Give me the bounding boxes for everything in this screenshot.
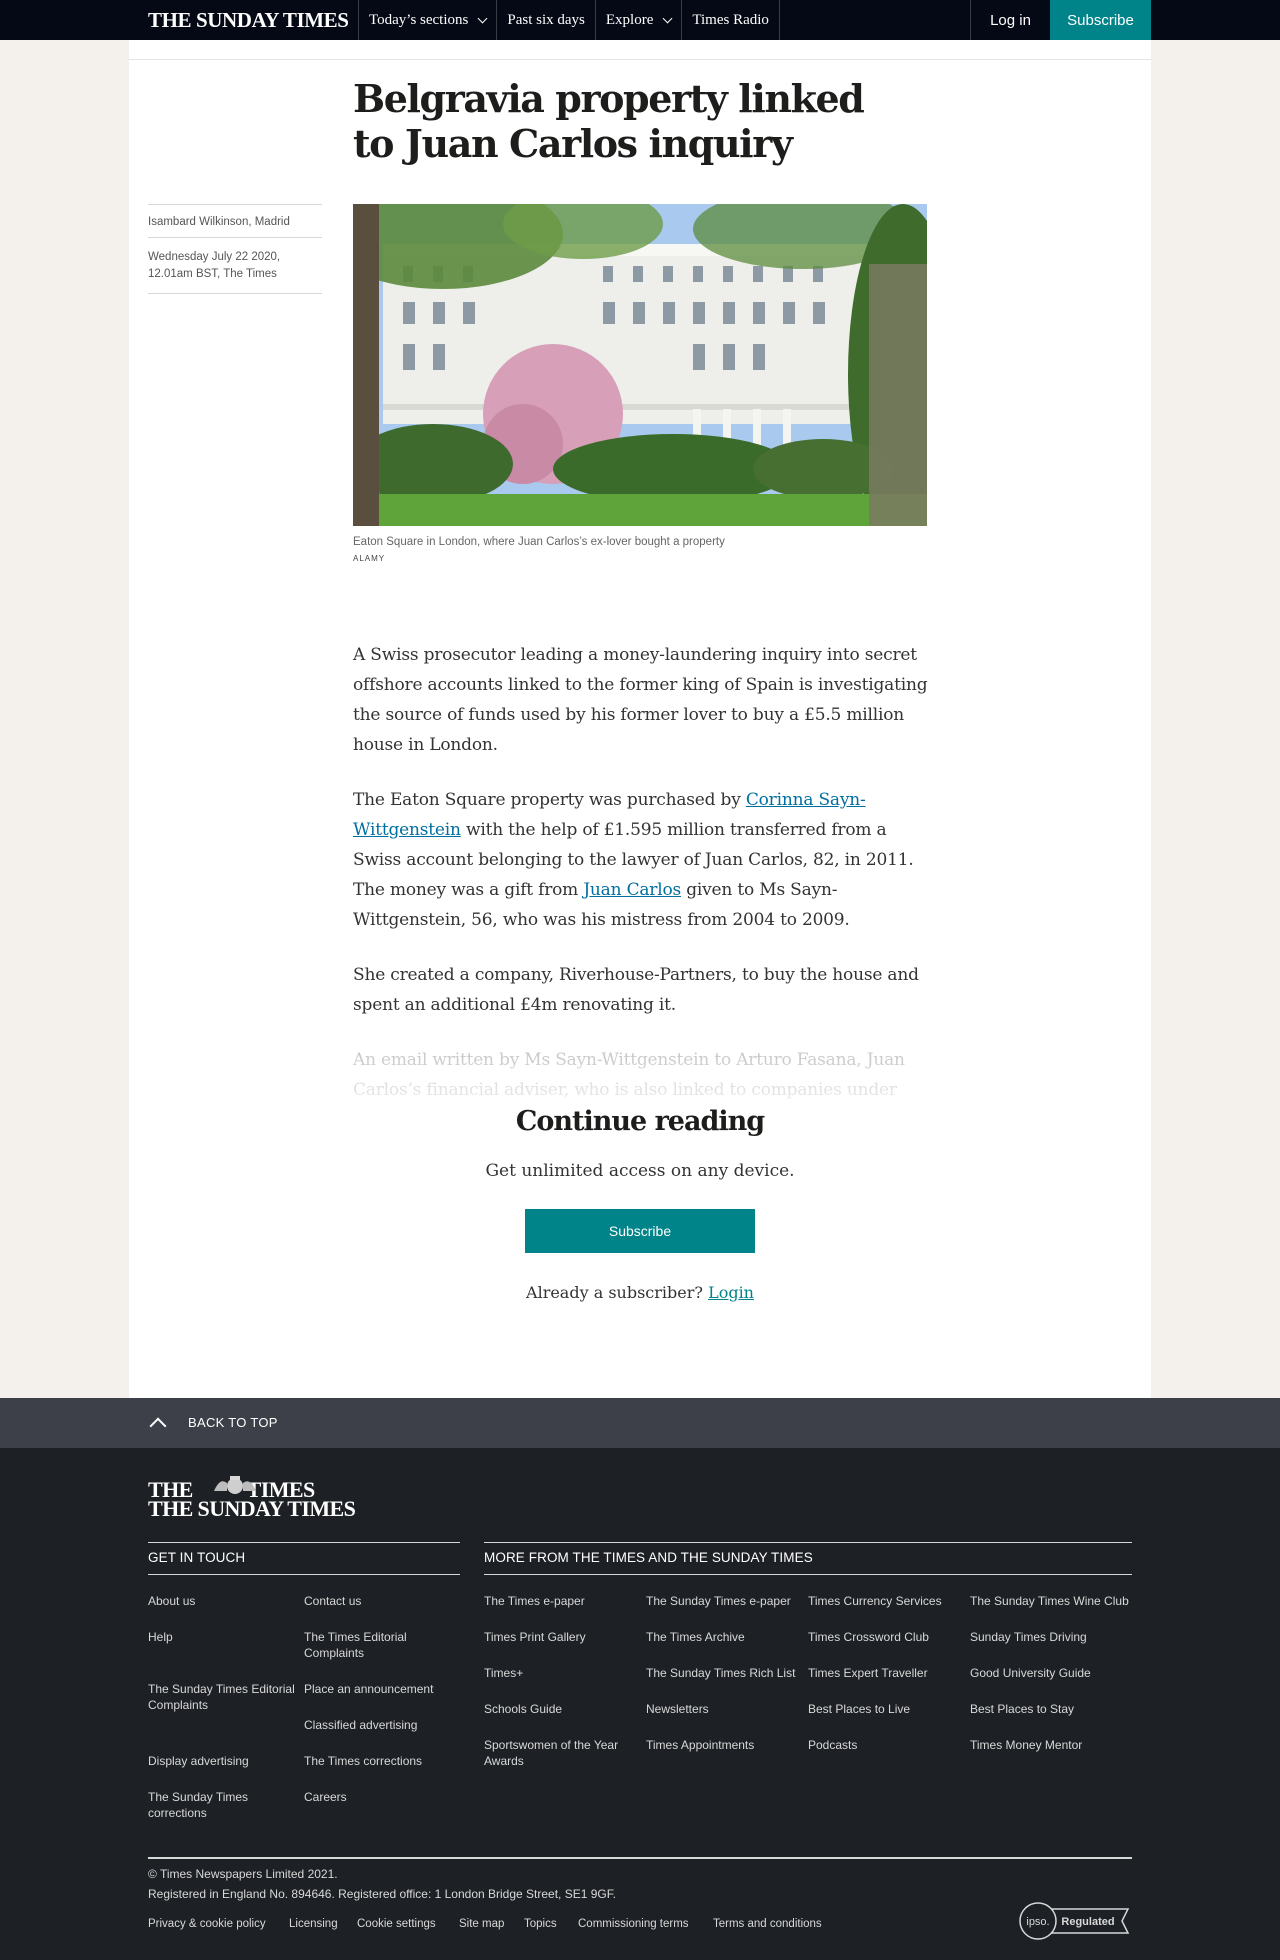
login-button[interactable]: Log in bbox=[970, 0, 1050, 40]
footer-link-times-editorial-complaints[interactable]: The Times Editorial Complaints bbox=[304, 1629, 424, 1661]
ipso-regulated-badge[interactable]: ipso. Regulated bbox=[1018, 1901, 1132, 1941]
legal-link-commissioning[interactable]: Commissioning terms bbox=[578, 1918, 689, 1930]
article-paragraph: A Swiss prosecutor leading a money-laund… bbox=[353, 645, 928, 755]
footer-link-classified-advertising[interactable]: Classified advertising bbox=[304, 1717, 417, 1733]
footer-link-wine-club[interactable]: The Sunday Times Wine Club bbox=[970, 1593, 1129, 1609]
footer-link-university-guide[interactable]: Good University Guide bbox=[970, 1665, 1091, 1681]
legal-link-terms[interactable]: Terms and conditions bbox=[713, 1918, 822, 1930]
article-paragraph-faded: An email written by Ms Sayn-Wittgenstein… bbox=[353, 1050, 905, 1100]
get-in-touch-heading: GET IN TOUCH bbox=[148, 1542, 460, 1575]
footer-link-best-places-stay[interactable]: Best Places to Stay bbox=[970, 1701, 1074, 1717]
already-subscriber-text: Already a subscriber? bbox=[526, 1283, 709, 1302]
legal-link-privacy[interactable]: Privacy & cookie policy bbox=[148, 1918, 266, 1930]
paywall-subtitle: Get unlimited access on any device. bbox=[485, 1161, 795, 1181]
footer-link-display-advertising[interactable]: Display advertising bbox=[148, 1753, 249, 1769]
footer-link-expert-traveller[interactable]: Times Expert Traveller bbox=[808, 1665, 928, 1681]
nav-times-radio-label: Times Radio bbox=[692, 11, 769, 28]
paywall-title: Continue reading bbox=[515, 1106, 765, 1137]
nav-past-six-days-label: Past six days bbox=[507, 11, 585, 28]
footer-link-sportswomen-awards[interactable]: Sportswomen of the Year Awards bbox=[484, 1737, 629, 1769]
footer: THE TIMES THE SUNDAY TIMES GET IN TOUCH M… bbox=[0, 1448, 1280, 1960]
article-date: Wednesday July 22 2020, 12.01am BST, The… bbox=[148, 238, 322, 293]
article-paragraph: She created a company, Riverhouse-Partne… bbox=[353, 965, 919, 1015]
article-time-line: 12.01am BST, The Times bbox=[148, 268, 277, 280]
legal-link-cookie-settings[interactable]: Cookie settings bbox=[357, 1918, 436, 1930]
footer-link-currency-services[interactable]: Times Currency Services bbox=[808, 1593, 942, 1609]
footer-link-careers[interactable]: Careers bbox=[304, 1789, 347, 1805]
article-paragraph: The Eaton Square property was purchased … bbox=[353, 785, 935, 935]
copyright: © Times Newspapers Limited 2021. bbox=[148, 1867, 338, 1881]
nav-past-six-days[interactable]: Past six days bbox=[496, 0, 595, 40]
sunday-times-logo[interactable]: THE SUNDAY TIMES bbox=[148, 8, 349, 33]
article-author: Isambard Wilkinson, Madrid bbox=[148, 216, 290, 228]
article-meta: Isambard Wilkinson, Madrid Wednesday Jul… bbox=[148, 204, 322, 294]
back-to-top-bar[interactable]: BACK TO TOP bbox=[0, 1398, 1280, 1448]
article-date-line: Wednesday July 22 2020, bbox=[148, 251, 281, 263]
footer-link-podcasts[interactable]: Podcasts bbox=[808, 1737, 857, 1753]
footer-link-times-plus[interactable]: Times+ bbox=[484, 1665, 523, 1681]
back-to-top-label: BACK TO TOP bbox=[188, 1415, 278, 1430]
footer-link-sunday-corrections[interactable]: The Sunday Times corrections bbox=[148, 1789, 278, 1821]
article-headline: Belgravia property linked to Juan Carlos… bbox=[353, 76, 865, 166]
nav-times-radio[interactable]: Times Radio bbox=[681, 0, 780, 40]
nav-explore-label: Explore bbox=[605, 11, 654, 28]
footer-link-times-appointments[interactable]: Times Appointments bbox=[646, 1737, 754, 1753]
legal-link-topics[interactable]: Topics bbox=[524, 1918, 557, 1930]
nav-todays-sections[interactable]: Today’s sections bbox=[358, 0, 496, 40]
eaton-square-photo bbox=[353, 204, 927, 526]
legal-link-licensing[interactable]: Licensing bbox=[289, 1918, 338, 1930]
article-body: A Swiss prosecutor leading a money-laund… bbox=[353, 640, 935, 1105]
footer-link-times-corrections[interactable]: The Times corrections bbox=[304, 1753, 422, 1769]
footer-link-crossword-club[interactable]: Times Crossword Club bbox=[808, 1629, 929, 1645]
chevron-down-icon bbox=[662, 13, 673, 23]
registered-office: Registered in England No. 894646. Regist… bbox=[148, 1887, 617, 1901]
paragraph-text: The Eaton Square property was purchased … bbox=[353, 790, 746, 810]
footer-link-schools-guide[interactable]: Schools Guide bbox=[484, 1701, 562, 1717]
footer-link-about-us[interactable]: About us bbox=[148, 1593, 195, 1609]
nav-links: Today’s sections Past six days Explore T… bbox=[358, 0, 780, 40]
footer-link-money-mentor[interactable]: Times Money Mentor bbox=[970, 1737, 1082, 1753]
divider bbox=[148, 293, 322, 294]
footer-link-times-archive[interactable]: The Times Archive bbox=[646, 1629, 745, 1645]
footer-link-times-epaper[interactable]: The Times e-paper bbox=[484, 1593, 585, 1609]
hero-image bbox=[353, 204, 927, 526]
paywall-subscribe-button[interactable]: Subscribe bbox=[525, 1209, 755, 1253]
footer-link-sunday-driving[interactable]: Sunday Times Driving bbox=[970, 1629, 1087, 1645]
footer-link-contact-us[interactable]: Contact us bbox=[304, 1593, 361, 1609]
article-card: Belgravia property linked to Juan Carlos… bbox=[129, 40, 1151, 1398]
paywall-login-link[interactable]: Login bbox=[708, 1283, 754, 1302]
sunday-times-footer-logo[interactable]: THE SUNDAY TIMES bbox=[148, 1498, 356, 1520]
footer-link-best-places-live[interactable]: Best Places to Live bbox=[808, 1701, 910, 1717]
divider bbox=[129, 59, 1151, 60]
divider bbox=[148, 1857, 1132, 1859]
nav-todays-sections-label: Today’s sections bbox=[369, 11, 469, 28]
footer-link-place-announcement[interactable]: Place an announcement bbox=[304, 1681, 433, 1697]
already-subscriber: Already a subscriber? Login bbox=[129, 1283, 1151, 1302]
ipso-mark: ipso. bbox=[1026, 1916, 1049, 1928]
juan-carlos-link[interactable]: Juan Carlos bbox=[583, 880, 681, 900]
footer-link-rich-list[interactable]: The Sunday Times Rich List bbox=[646, 1665, 795, 1681]
chevron-up-icon bbox=[149, 1417, 167, 1435]
footer-link-help[interactable]: Help bbox=[148, 1629, 173, 1645]
footer-link-times-print-gallery[interactable]: Times Print Gallery bbox=[484, 1629, 586, 1645]
nav-explore[interactable]: Explore bbox=[594, 0, 681, 40]
royal-crest-icon bbox=[214, 1476, 256, 1494]
image-caption: Eaton Square in London, where Juan Carlo… bbox=[353, 536, 725, 548]
more-from-heading: MORE FROM THE TIMES AND THE SUNDAY TIMES bbox=[484, 1542, 1132, 1575]
image-credit: ALAMY bbox=[353, 554, 386, 563]
subscribe-button[interactable]: Subscribe bbox=[1050, 0, 1151, 40]
chevron-down-icon bbox=[477, 13, 488, 23]
footer-link-sunday-epaper[interactable]: The Sunday Times e-paper bbox=[646, 1593, 791, 1609]
top-navigation-bar: THE SUNDAY TIMES Today’s sections Past s… bbox=[0, 0, 1280, 40]
legal-link-site-map[interactable]: Site map bbox=[459, 1918, 504, 1930]
footer-link-sunday-editorial-complaints[interactable]: The Sunday Times Editorial Complaints bbox=[148, 1681, 298, 1713]
footer-link-newsletters[interactable]: Newsletters bbox=[646, 1701, 709, 1717]
ipso-label: Regulated bbox=[1061, 1916, 1114, 1928]
